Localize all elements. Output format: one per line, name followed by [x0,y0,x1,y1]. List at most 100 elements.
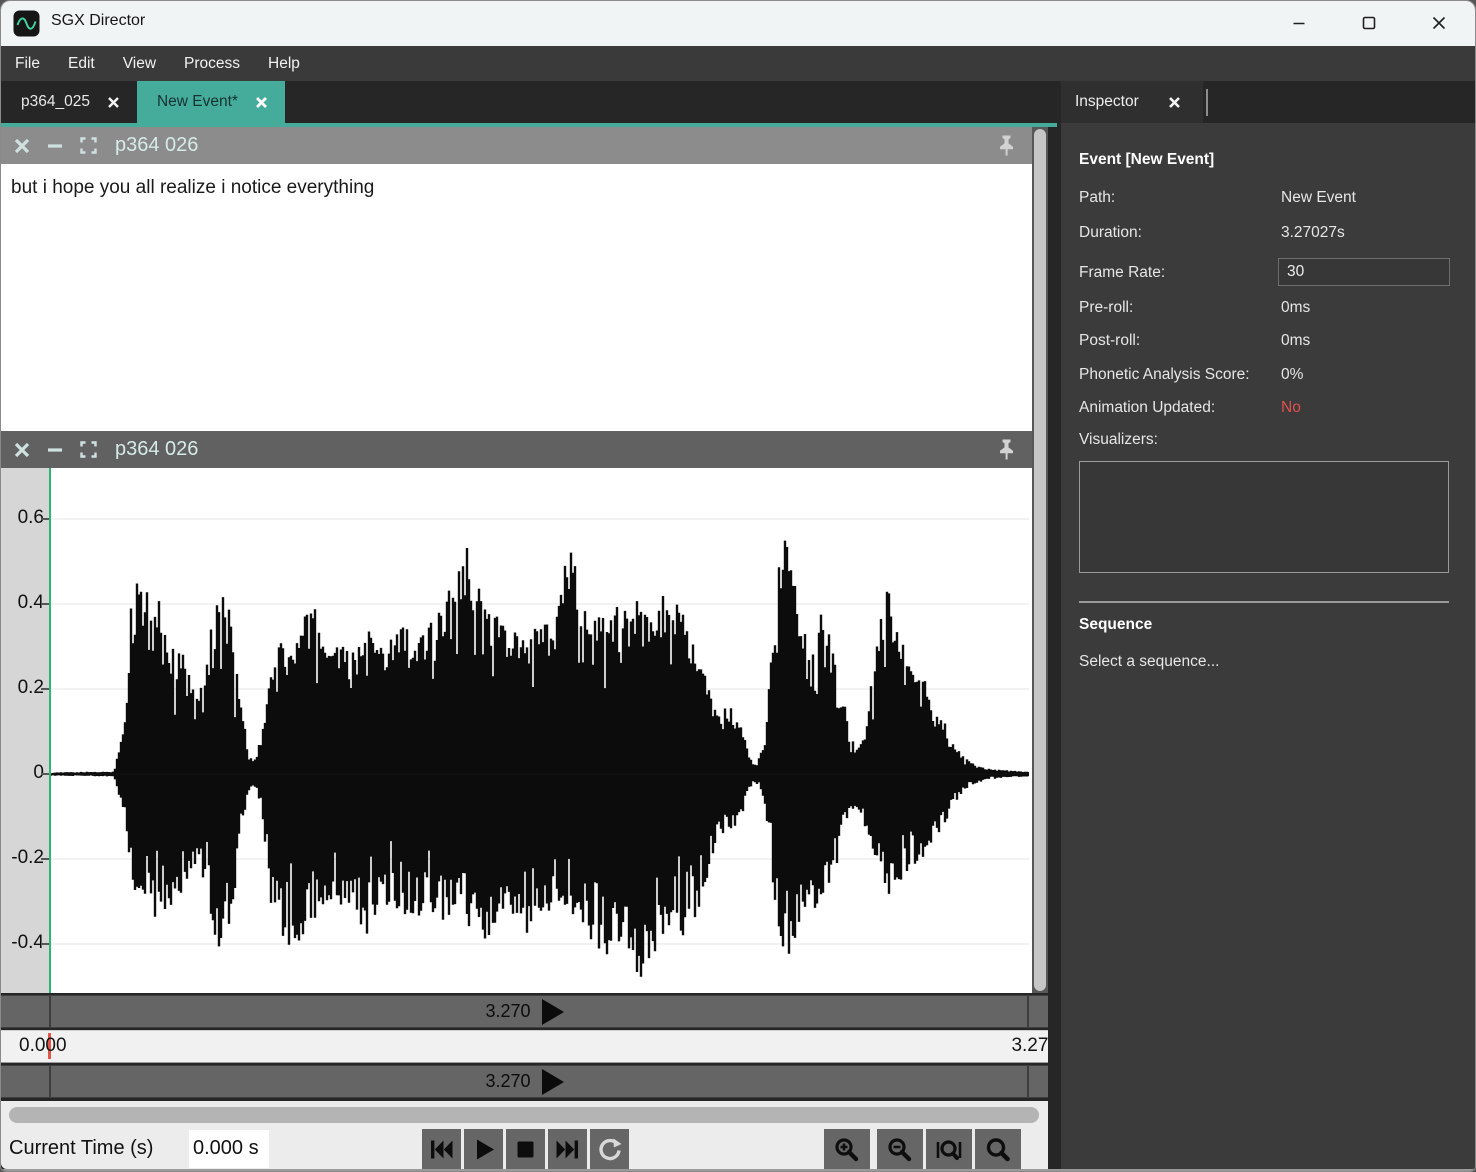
zoom-in-button[interactable] [824,1129,870,1170]
inspector-panel: Inspector Event [New Event] Path: New Ev… [1061,81,1476,1169]
waveform-plot[interactable] [51,468,1029,993]
frame-rate-input[interactable] [1278,258,1450,286]
menu-file[interactable]: File [1,46,54,81]
close-icon [106,95,121,110]
field-post-roll: Post-roll: 0ms [1079,332,1465,352]
panel-maximize-icon[interactable] [78,135,99,156]
field-pre-roll: Pre-roll: 0ms [1079,299,1465,319]
zoom-selection-icon [935,1136,963,1164]
field-label: Duration: [1079,224,1142,241]
stop-button[interactable] [506,1129,545,1170]
zoom-fit-button[interactable] [975,1129,1021,1170]
tab-inspector[interactable]: Inspector [1061,81,1203,123]
text-panel-header[interactable]: p364 026 [1,127,1032,164]
panel-maximize-icon[interactable] [78,439,99,460]
field-visualizers: Visualizers: [1079,431,1465,451]
close-icon [1167,95,1182,110]
current-time-label: Current Time (s) [9,1137,153,1160]
view-range-slider-top[interactable]: 3.270 [1,995,1048,1028]
inspector-tab-strip: Inspector [1061,81,1476,123]
panel-close-icon[interactable] [12,136,32,156]
event-section-title: Event [New Event] [1079,151,1214,169]
transcript-text: but i hope you all realize i notice ever… [11,177,374,198]
field-value: 0ms [1281,332,1310,350]
tab-label: p364_025 [21,93,90,111]
field-label: Animation Updated: [1079,399,1215,416]
y-axis-tick-label: 0.6 [1,507,44,529]
y-axis-tick [41,518,49,520]
range-end-label: 3.270 [485,1071,530,1092]
close-icon [1431,15,1447,31]
menu-help[interactable]: Help [254,46,314,81]
y-axis-tick-label: 0 [1,762,44,784]
wave-panel-header[interactable]: p364 026 [1,431,1032,468]
tab-separator [1206,89,1208,116]
pin-icon[interactable] [994,133,1018,164]
transcript-editor[interactable]: but i hope you all realize i notice ever… [1,164,1032,431]
y-axis-tick-label: 0.4 [1,592,44,614]
panel-close-icon[interactable] [12,440,32,460]
y-axis-tick-label: 0.2 [1,677,44,699]
vertical-scrollbar[interactable] [1032,127,1048,993]
panel-minimize-icon[interactable] [45,136,65,156]
field-phonetic-score: Phonetic Analysis Score: 0% [1079,366,1465,386]
skip-to-start-button[interactable] [422,1129,461,1170]
loop-icon [596,1136,624,1164]
field-path: Path: New Event [1079,189,1465,209]
field-label: Phonetic Analysis Score: [1079,366,1250,383]
play-triangle-icon[interactable] [542,1069,564,1095]
panel-minimize-icon[interactable] [45,440,65,460]
close-button[interactable] [1413,1,1465,45]
tab-label: New Event* [157,93,238,111]
tab-new-event[interactable]: New Event* [137,81,285,123]
close-icon [254,95,269,110]
field-value: 0% [1281,366,1303,384]
amplitude-axis: 0.60.40.20-0.2-0.4 [1,468,49,993]
tab-close-button[interactable] [254,95,269,110]
menu-edit[interactable]: Edit [54,46,109,81]
panel-title: p364 026 [115,438,198,461]
loop-button[interactable] [590,1129,629,1170]
visualizers-list[interactable] [1079,461,1449,573]
section-divider [1079,601,1449,603]
play-button[interactable] [464,1129,503,1170]
window-title: SGX Director [51,12,145,30]
tab-close-button[interactable] [106,95,121,110]
horizontal-scrollbar[interactable] [9,1107,1039,1123]
minimize-button[interactable] [1273,1,1325,45]
playhead-line[interactable] [49,468,51,993]
sequence-placeholder[interactable]: Select a sequence... [1079,653,1465,673]
tab-label: Inspector [1075,93,1139,111]
document-area: p364_025 New Event* [1,81,1061,1172]
inspector-body: Event [New Event] Path: New Event Durati… [1061,123,1476,1169]
zoom-out-icon [886,1136,914,1164]
waveform-view[interactable]: 0.60.40.20-0.2-0.4 [1,468,1032,993]
y-axis-tick [41,773,49,775]
timeline-ruler[interactable]: 0.000 3.270 [1,1030,1048,1063]
scrollbar-thumb[interactable] [1034,129,1046,991]
timeline-end-label: 3.270 [1011,1035,1048,1057]
range-end-label: 3.270 [485,1001,530,1022]
tab-close-button[interactable] [1167,95,1182,110]
menu-bar: File Edit View Process Help [1,46,1476,81]
y-axis-tick [41,943,49,945]
field-label: Frame Rate: [1079,264,1165,281]
y-axis-tick-label: -0.2 [1,847,44,869]
menu-process[interactable]: Process [170,46,254,81]
view-range-slider-bottom[interactable]: 3.270 [1,1065,1048,1098]
tab-p364-025[interactable]: p364_025 [1,81,137,123]
pin-icon[interactable] [994,437,1018,468]
current-time-field[interactable]: 0.000 s [189,1130,269,1168]
panel-title: p364 026 [115,134,198,157]
menu-view[interactable]: View [109,46,170,81]
field-duration: Duration: 3.27027s [1079,224,1465,244]
play-triangle-icon[interactable] [542,999,564,1025]
zoom-out-button[interactable] [877,1129,923,1170]
minimize-icon [1291,15,1307,31]
zoom-in-icon [833,1136,861,1164]
field-animation-updated: Animation Updated: No [1079,399,1465,419]
skip-to-end-button[interactable] [548,1129,587,1170]
app-window: SGX Director File Edit View Process Help… [0,0,1476,1172]
zoom-selection-button[interactable] [926,1129,972,1170]
maximize-button[interactable] [1343,1,1395,45]
